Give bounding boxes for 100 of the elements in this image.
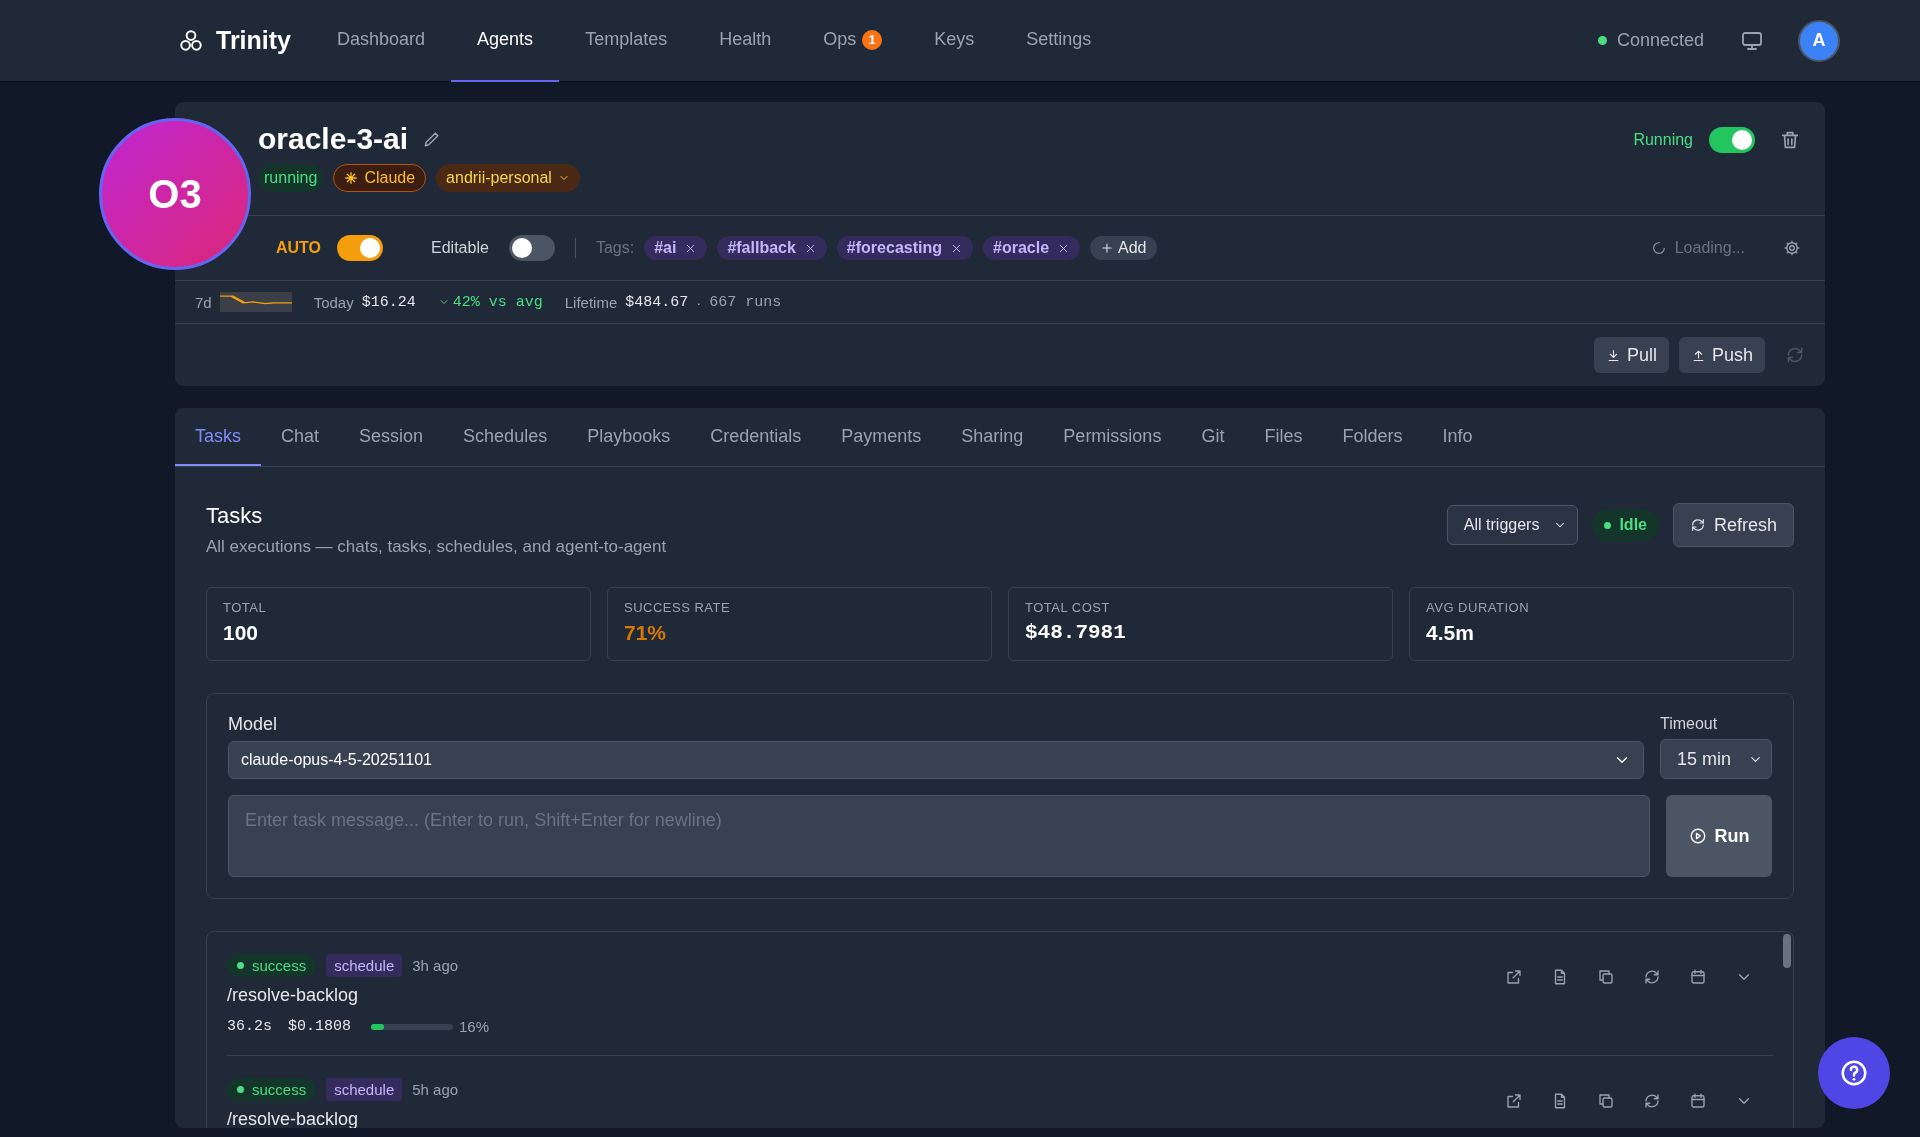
execution-name: /resolve-backlog — [227, 1109, 360, 1128]
help-icon — [1839, 1058, 1869, 1088]
copy-icon[interactable] — [1597, 1092, 1615, 1110]
trigger-badge: schedule — [326, 1078, 403, 1101]
toggle-switch[interactable] — [337, 235, 384, 261]
today-cost: $16.24 — [361, 293, 416, 311]
upload-icon — [1690, 347, 1706, 363]
stat-value: $48.7981 — [1025, 621, 1127, 644]
lifetime-cost: $484.67 — [625, 293, 689, 311]
trigger-badge: schedule — [326, 954, 403, 977]
stat-value: 4.5m — [1426, 621, 1475, 645]
run-button[interactable]: Run — [1666, 795, 1772, 877]
duration: 36.2s — [227, 1018, 272, 1035]
calendar-icon[interactable] — [1689, 968, 1707, 986]
spinner-icon — [1650, 240, 1667, 256]
play-icon — [1688, 827, 1707, 845]
agent-avatar: O3 — [99, 118, 251, 270]
push-button[interactable]: Push — [1678, 337, 1765, 373]
refresh-icon — [1689, 517, 1706, 533]
tab[interactable]: Sharing — [941, 408, 1044, 466]
brand-name: Trinity — [216, 26, 291, 55]
tab[interactable]: Files — [1244, 408, 1323, 466]
stat-label: TOTAL — [223, 600, 268, 615]
tab[interactable]: Playbooks — [567, 408, 691, 466]
nav-link[interactable]: Health — [693, 0, 798, 82]
add-tag-button[interactable]: Add — [1090, 236, 1157, 260]
run-count: 667 runs — [709, 293, 782, 311]
nav-link[interactable]: Settings — [1000, 0, 1118, 82]
editable-label: Editable — [431, 239, 489, 257]
refresh-icon[interactable] — [1643, 1092, 1661, 1110]
stat-label: SUCCESS RATE — [624, 600, 732, 615]
tab[interactable]: Chat — [261, 408, 340, 466]
nav-link[interactable]: Keys — [908, 0, 1001, 82]
status-badge: running — [258, 164, 324, 192]
tag-label: #oracle — [993, 239, 1050, 257]
tab[interactable]: Payments — [821, 408, 942, 466]
time-ago: 3h ago — [412, 957, 459, 974]
running-label: Running — [1633, 131, 1693, 149]
logo-icon — [178, 27, 204, 54]
count-badge: 1 — [862, 29, 883, 50]
time-ago: 5h ago — [412, 1081, 459, 1098]
separator-dot: · — [696, 293, 702, 311]
runtime-badge: Claude — [333, 164, 427, 192]
trigger-filter[interactable]: All triggers — [1446, 505, 1579, 545]
auto-label: AUTO — [276, 239, 322, 257]
tab[interactable]: Info — [1422, 408, 1493, 466]
section-title: Tasks — [206, 503, 264, 529]
tab[interactable]: Folders — [1322, 408, 1423, 466]
nav-link[interactable]: Dashboard — [311, 0, 452, 82]
tab[interactable]: Session — [339, 408, 444, 466]
status-badge: success — [227, 954, 317, 977]
connection-status: Connected — [1616, 30, 1704, 51]
nav-link[interactable]: Ops 1 — [797, 0, 909, 82]
trend-text: 42% vs avg — [437, 293, 543, 311]
model-label: Model — [228, 714, 279, 735]
range-label: 7d — [195, 293, 212, 311]
tag-label: #forecasting — [846, 239, 942, 257]
download-icon — [1605, 347, 1621, 363]
tab[interactable]: Credentials — [690, 408, 822, 466]
stat-label: AVG DURATION — [1426, 600, 1531, 615]
nav-link[interactable]: Agents — [451, 0, 560, 82]
cost: $0.1808 — [288, 1018, 352, 1035]
copy-icon[interactable] — [1597, 968, 1615, 986]
refresh-button[interactable]: Refresh — [1672, 503, 1794, 547]
execution-name: /resolve-backlog — [227, 985, 360, 1006]
nav-link[interactable]: Templates — [559, 0, 694, 82]
user-avatar[interactable]: A — [1798, 19, 1840, 62]
tag-label: #fallback — [727, 239, 796, 257]
today-label: Today — [313, 293, 354, 311]
pull-button[interactable]: Pull — [1593, 337, 1669, 373]
toggle-switch[interactable] — [1709, 127, 1755, 153]
tab[interactable]: Schedules — [443, 408, 568, 466]
toggle-switch[interactable] — [508, 235, 555, 261]
calendar-icon[interactable] — [1689, 1092, 1707, 1110]
refresh-icon[interactable] — [1643, 968, 1661, 986]
tab[interactable]: Permissions — [1043, 408, 1182, 466]
percent-text: 16% — [459, 1018, 490, 1035]
idle-badge: Idle — [1592, 509, 1659, 541]
loading-text: Loading... — [1674, 239, 1745, 257]
external-link-icon[interactable] — [1505, 968, 1523, 986]
trash-icon — [1779, 129, 1801, 151]
owner-dropdown[interactable]: andrii-personal — [436, 164, 580, 192]
plus-icon — [1100, 241, 1115, 255]
scrollbar[interactable] — [1783, 934, 1791, 968]
agent-name: oracle-3-ai — [258, 122, 409, 156]
model-select[interactable]: claude-opus-4-5-20251101 — [228, 741, 1644, 779]
tab[interactable]: Tasks — [175, 408, 261, 466]
stat-value: 100 — [223, 621, 260, 645]
timeout-select[interactable]: 15 min — [1660, 739, 1772, 779]
tab[interactable]: Git — [1181, 408, 1245, 466]
stat-value: 71% — [624, 621, 668, 645]
stat-label: TOTAL COST — [1025, 600, 1111, 615]
lifetime-label: Lifetime — [564, 293, 618, 311]
section-subtitle: All executions — chats, tasks, schedules, and agent-to-agent — [206, 537, 667, 557]
external-link-icon[interactable] — [1505, 1092, 1523, 1110]
tag-label: #ai — [654, 239, 677, 257]
tags-label: Tags: — [595, 239, 635, 257]
status-badge: success — [227, 1078, 317, 1101]
sparkle-icon — [344, 171, 359, 185]
timeout-label: Timeout — [1660, 715, 1719, 733]
